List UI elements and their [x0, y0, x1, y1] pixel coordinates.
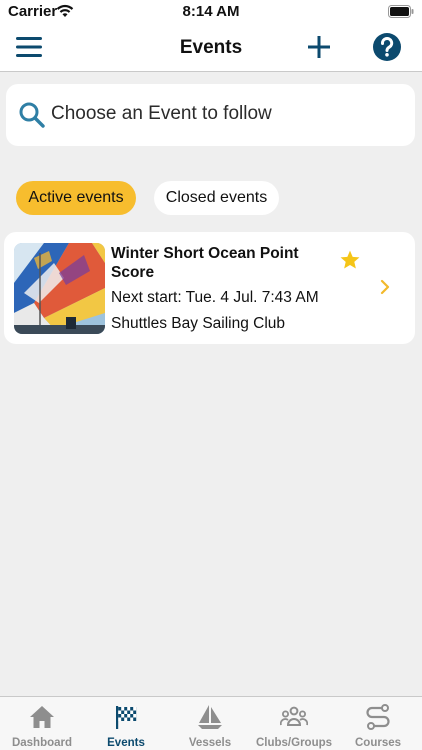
home-icon: [30, 706, 54, 728]
tab-courses[interactable]: Courses: [336, 697, 420, 750]
tab-label: Clubs/Groups: [255, 737, 333, 749]
page-title: Events: [179, 37, 243, 58]
battery-icon: [388, 5, 414, 18]
group-icon: [280, 706, 308, 726]
clock: 8:14 AM: [182, 3, 240, 20]
checkered-flag-icon: [116, 706, 137, 729]
help-icon[interactable]: [372, 32, 402, 62]
chevron-right-icon: [380, 279, 390, 295]
status-bar: Carrier 8:14 AM: [0, 0, 422, 24]
tab-dashboard[interactable]: Dashboard: [0, 697, 84, 750]
tab-label: Vessels: [188, 737, 232, 749]
tab-vessels[interactable]: Vessels: [168, 697, 252, 750]
search-icon: [19, 102, 45, 128]
event-club: Shuttles Bay Sailing Club: [111, 315, 286, 332]
active-events-tab[interactable]: Active events: [16, 181, 136, 215]
search-placeholder: Choose an Event to follow: [51, 103, 272, 124]
tab-events[interactable]: Events: [84, 697, 168, 750]
nav-bar: Events: [0, 24, 422, 72]
event-next-start: Next start: Tue. 4 Jul. 7:43 AM: [111, 289, 319, 306]
tab-label: Dashboard: [11, 737, 73, 749]
add-icon[interactable]: [306, 34, 332, 60]
event-title: Winter Short Ocean Point Score: [111, 245, 299, 281]
event-thumbnail: [14, 243, 105, 334]
event-search-input[interactable]: Choose an Event to follow: [6, 84, 415, 146]
favorite-star-icon[interactable]: [339, 249, 361, 271]
event-card[interactable]: Winter Short Ocean Point Score Next star…: [4, 232, 415, 344]
tab-bar: Dashboard Events Vessels Clubs/Groups Co…: [0, 696, 422, 750]
route-icon: [366, 704, 390, 730]
closed-events-tab[interactable]: Closed events: [154, 181, 279, 215]
sailboat-icon: [198, 705, 222, 729]
tab-clubs-groups[interactable]: Clubs/Groups: [252, 697, 336, 750]
tab-label: Events: [107, 737, 145, 749]
tab-label: Courses: [354, 737, 402, 749]
